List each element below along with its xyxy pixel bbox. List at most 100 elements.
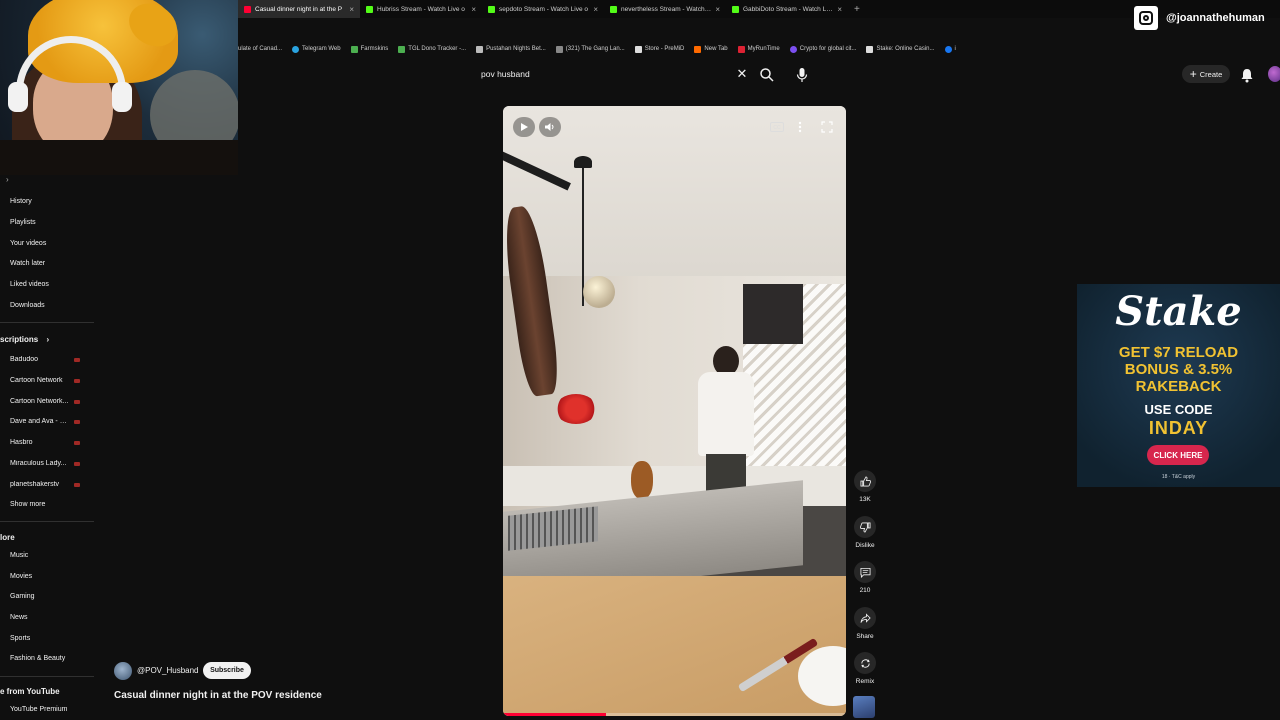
bookmark-label: Store - PreMiD [644,46,685,52]
video-progress-bar[interactable] [503,713,846,716]
bookmark-label: New Tab [704,46,728,52]
browser-tab[interactable]: Casual dinner night in at the P × [238,0,360,18]
sidebar-subscription[interactable]: Cartoon Network... [10,398,80,405]
browser-tab[interactable]: GabbiDoto Stream - Watch Live × [726,0,848,18]
sidebar-item-gaming[interactable]: Gaming [10,593,35,600]
sidebar-item-youtube-premium[interactable]: YouTube Premium [10,706,67,713]
sidebar-item-liked-videos[interactable]: Liked videos [10,281,49,288]
bookmark[interactable]: MyRunTime [737,45,780,53]
thumbs-down-icon [854,516,876,538]
close-tab-icon[interactable]: × [837,5,842,14]
bookmark[interactable]: ulate of Canad... [238,46,282,52]
sidebar-item-news[interactable]: News [10,614,28,621]
search-icon[interactable] [759,67,775,83]
more-vertical-icon[interactable] [793,117,807,137]
sound-thumbnail[interactable] [853,696,875,718]
bookmark[interactable]: New Tab [694,45,728,53]
stake-logo: Stake [1115,288,1242,335]
sidebar-item-fashion-beauty[interactable]: Fashion & Beauty [10,655,65,662]
new-tab-button[interactable]: + [854,4,860,15]
live-indicator-icon [74,419,80,424]
bookmark[interactable]: Farmskins [350,45,388,53]
ad-headline-line: GET $7 RELOAD [1118,344,1239,361]
create-button[interactable]: + Create [1182,65,1230,83]
sidebar-item-history[interactable]: History [10,198,32,205]
close-tab-icon[interactable]: × [715,5,720,14]
premid-icon [634,45,642,53]
sidebar-item-downloads[interactable]: Downloads [10,302,45,309]
bookmark[interactable]: (321) The Gang Lan... [555,45,625,53]
remix-button[interactable]: Remix [849,652,881,685]
shorts-video-player[interactable]: CC [503,106,846,716]
sidebar-subscription[interactable]: Miraculous Lady... [10,460,80,467]
bookmark[interactable]: Pustahan Nights Bet... [476,45,546,53]
bookmark[interactable]: Crypto for global cit... [789,45,856,53]
comments-button[interactable]: 210 [849,561,881,594]
sidebar-item-watch-later[interactable]: Watch later [10,260,45,267]
sidebar-item-music[interactable]: Music [10,552,28,559]
channel-name[interactable]: @POV_Husband [137,666,199,675]
play-icon[interactable] [513,117,535,137]
sidebar-item-playlists[interactable]: Playlists [10,219,36,226]
bookmarks-bar: ulate of Canad... Telegram Web Farmskins… [238,40,1280,58]
fullscreen-icon[interactable] [817,117,837,137]
ad-click-here-button[interactable]: CLICK HERE [1147,445,1209,465]
volume-icon[interactable] [539,117,561,137]
dislike-button[interactable]: Dislike [849,516,881,549]
stake-ad-banner[interactable]: Stake GET $7 RELOAD BONUS & 3.5% RAKEBAC… [1077,284,1280,487]
account-avatar[interactable] [1268,66,1280,82]
more-from-youtube-heading: e from YouTube [0,687,60,696]
show-more-button[interactable]: Show more [10,501,45,508]
subscriptions-heading[interactable]: scriptions › [0,335,49,344]
browser-tab[interactable]: nevertheless Stream - Watch Li × [604,0,726,18]
subscribe-button[interactable]: Subscribe [203,662,251,679]
video-title[interactable]: Casual dinner night in at the POV reside… [114,690,322,701]
channel-avatar[interactable] [114,662,132,680]
close-tab-icon[interactable]: × [349,5,354,14]
subscriptions-heading-label: scriptions [0,335,39,344]
browser-tab-title: sepdoto Stream - Watch Live o [499,5,588,13]
ad-promo-code: INDAY [1148,418,1209,438]
sidebar-item-sports[interactable]: Sports [10,635,30,642]
kick-favicon-icon [488,5,495,13]
sidebar-item-movies[interactable]: Movies [10,573,32,580]
browser-tab[interactable]: sepdoto Stream - Watch Live o × [482,0,604,18]
sidebar-subscription[interactable]: Dave and Ava - N... [10,418,80,425]
notifications-bell-icon[interactable] [1240,67,1254,83]
captions-icon[interactable]: CC [767,117,787,137]
you-chevron-icon[interactable]: › [6,175,9,184]
like-button[interactable]: 13K [849,470,881,503]
instagram-overlay: @joannathehuman [1134,6,1265,30]
youtube-favicon-icon [244,5,251,13]
browser-tab[interactable]: Hubriss Stream - Watch Live o × [360,0,482,18]
bookmark[interactable]: Store - PreMiD [634,45,685,53]
share-button[interactable]: Share [849,607,881,640]
remix-label: Remix [855,678,875,685]
video-scene-person [698,346,758,506]
search-input[interactable]: pov husband [481,69,530,79]
live-indicator-icon [74,378,80,383]
browser-tab-title: nevertheless Stream - Watch Li [621,5,712,13]
subscription-name: Cartoon Network [10,377,63,384]
clear-search-icon[interactable]: ✕ [735,67,749,81]
sidebar-item-your-videos[interactable]: Your videos [10,240,46,247]
close-tab-icon[interactable]: × [593,5,598,14]
video-scene [574,156,592,168]
bookmark[interactable]: Stake: Online Casin... [866,45,935,53]
bookmark-label: ulate of Canad... [238,46,283,52]
bookmark[interactable]: TGL Dono Tracker -... [398,45,466,53]
close-tab-icon[interactable]: × [471,5,476,14]
sheets-icon [398,45,406,53]
browser-tab-title: Casual dinner night in at the P [255,5,343,13]
bookmark[interactable]: i [944,45,956,53]
remix-icon [854,652,876,674]
new-tab-icon [694,45,702,53]
bookmark[interactable]: Telegram Web [292,45,341,53]
sidebar-subscription[interactable]: planetshakerstv [10,481,80,488]
microphone-icon[interactable] [795,67,809,83]
sidebar-subscription[interactable]: Cartoon Network [10,377,80,384]
sidebar-subscription[interactable]: Hasbro [10,439,80,446]
sidebar-subscription[interactable]: Badudoo [10,356,80,363]
like-count: 13K [859,496,871,503]
explore-heading: lore [0,533,15,542]
